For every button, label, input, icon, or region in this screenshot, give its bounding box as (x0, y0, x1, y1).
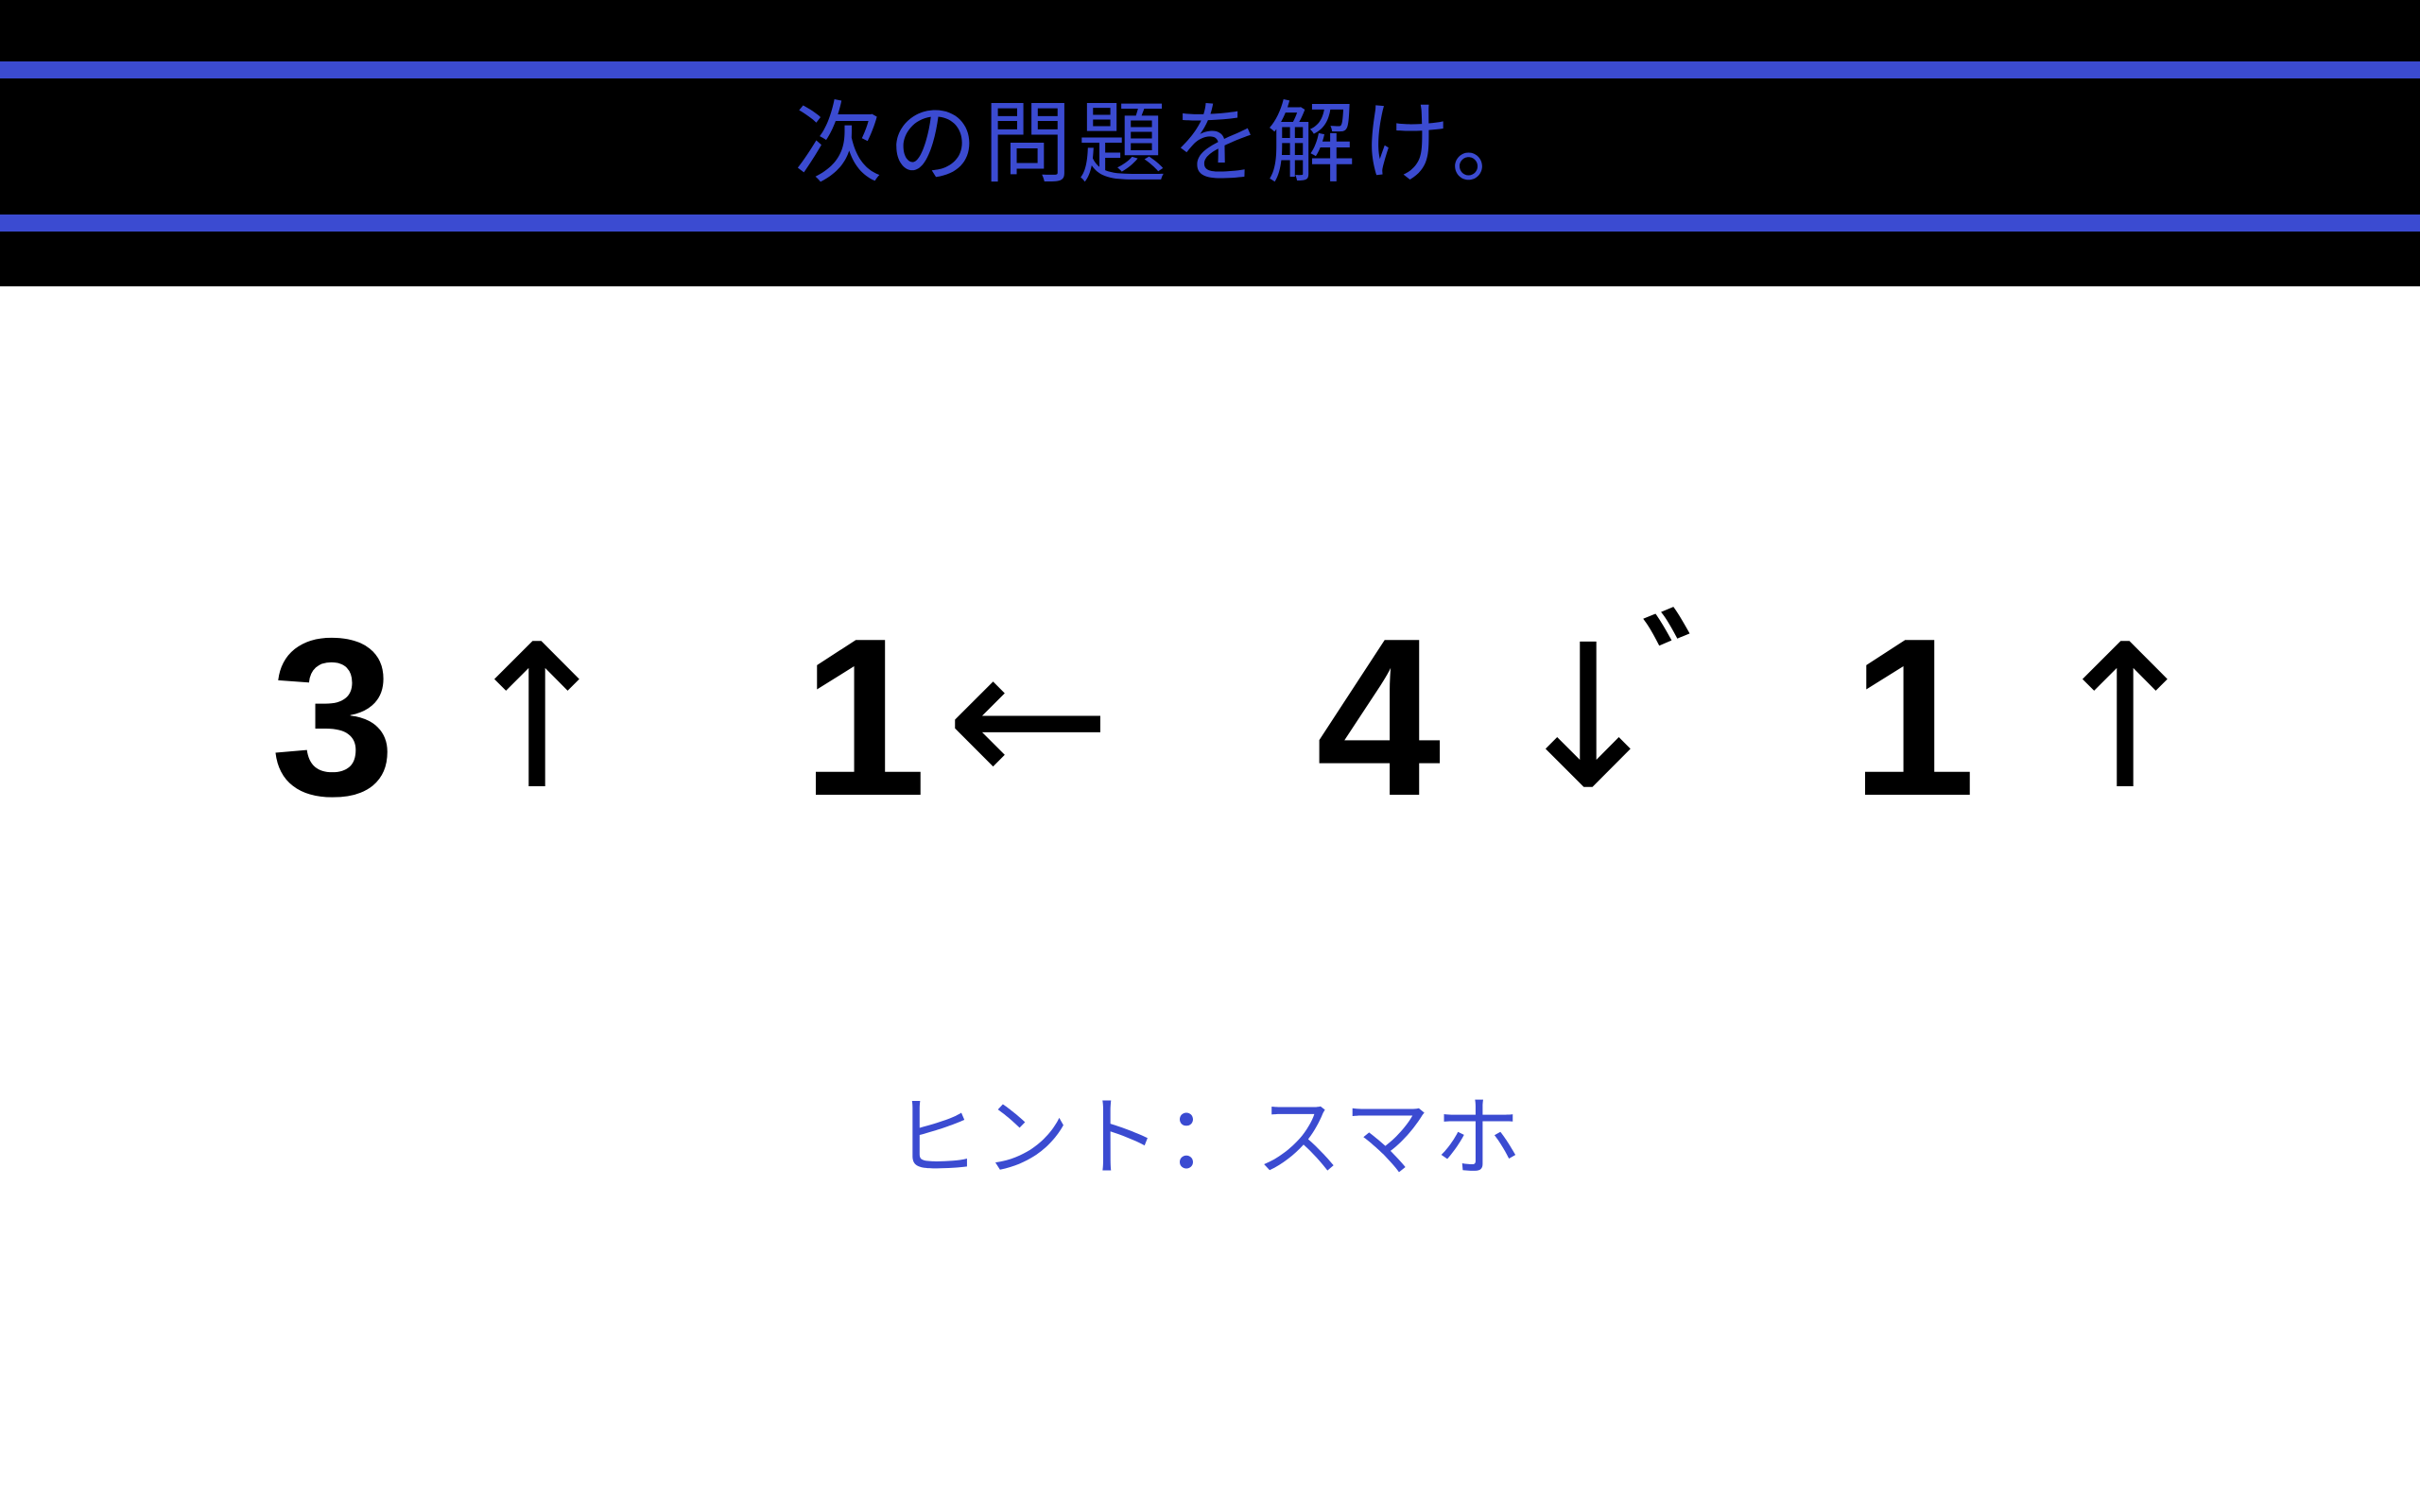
arrow-up-icon: ↑ (2042, 602, 2208, 833)
puzzle-digit-1: 3 (270, 593, 396, 843)
puzzle-code: 3 ↑ 1 ← 4 ↓ ゛ 1 ↑ (0, 593, 2420, 843)
puzzle-digit-2: 1 (802, 593, 927, 843)
puzzle-digit-3: 4 (1316, 593, 1442, 843)
dakuten-mark: ゛ (1645, 598, 1788, 763)
header-bar: 次の問題を解け。 (0, 0, 2420, 286)
hint-text: ヒント：スマホ (892, 1088, 1526, 1189)
puzzle-page: 次の問題を解け。 3 ↑ 1 ← 4 ↓ ゛ 1 ↑ ヒント：スマホ (0, 0, 2420, 1512)
header-stripe-bottom (0, 215, 2420, 232)
page-title: 次の問題を解け。 (794, 93, 1547, 196)
arrow-up-icon: ↑ (454, 602, 620, 833)
puzzle-digit-4: 1 (1851, 593, 1977, 843)
arrow-left-icon: ← (945, 602, 1112, 833)
header-stripe-top (0, 61, 2420, 78)
